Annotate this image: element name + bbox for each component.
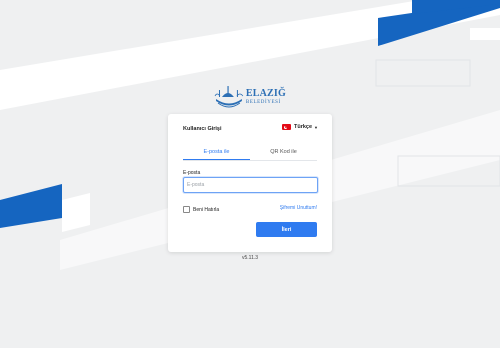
logo-subtitle: BELEDİYESİ	[245, 100, 281, 105]
next-button[interactable]: İleri	[256, 222, 317, 237]
tab-email[interactable]: E-posta ile	[183, 149, 250, 160]
tab-qr-code[interactable]: QR Kod ile	[250, 149, 317, 160]
mosque-emblem-icon	[214, 86, 244, 108]
language-selector[interactable]: Türkçe ▼	[281, 124, 318, 130]
turkey-flag-icon	[281, 124, 291, 130]
elazig-logo: ELAZIĞ BELEDİYESİ	[214, 84, 286, 110]
email-label: E-posta	[183, 170, 201, 176]
version-label: v5.11.3	[241, 255, 259, 261]
login-card: Kullanıcı Girişi Türkçe ▼ E-posta ile QR…	[168, 114, 332, 252]
email-field[interactable]	[183, 177, 318, 193]
caret-down-icon: ▼	[314, 124, 318, 130]
login-method-tabs: E-posta ile QR Kod ile	[183, 149, 317, 161]
remember-me[interactable]: Beni Hatırla	[183, 206, 219, 213]
logo-title: ELAZIĞ	[245, 88, 286, 99]
language-label: Türkçe	[293, 124, 313, 130]
remember-me-checkbox[interactable]	[183, 206, 190, 213]
forgot-password-link[interactable]: Şifremi Unuttum!	[280, 205, 317, 211]
remember-me-label: Beni Hatırla	[193, 206, 220, 213]
login-title: Kullanıcı Girişi	[183, 126, 222, 132]
